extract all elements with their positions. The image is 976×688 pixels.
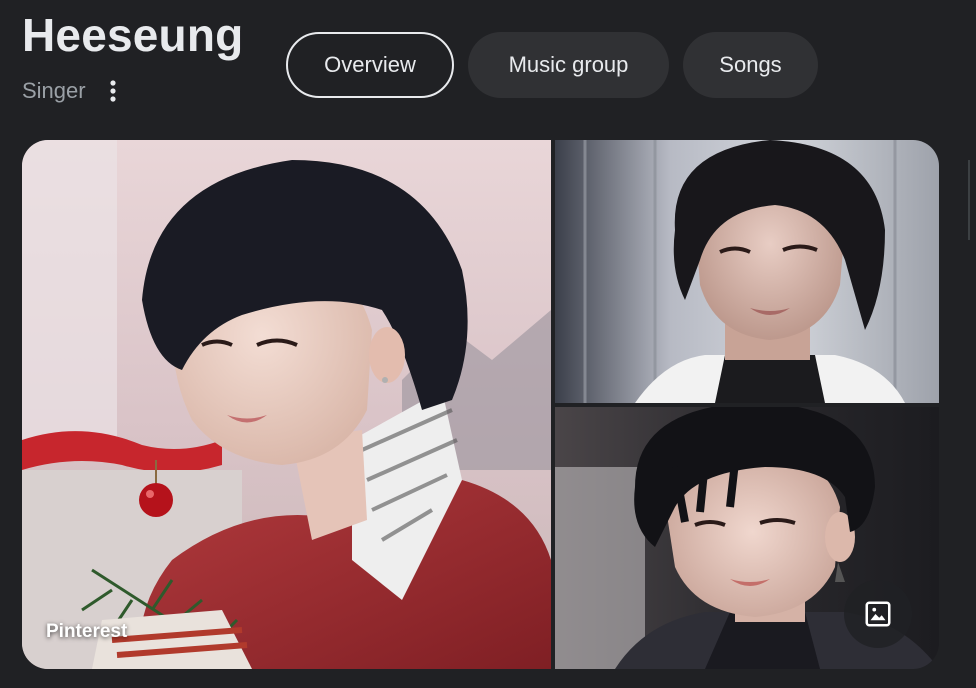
photo-top-right[interactable] [555,140,939,403]
tab-music-group[interactable]: Music group [468,32,669,98]
more-vert-icon [109,80,116,102]
more-options-button[interactable] [100,76,126,106]
scroll-edge-indicator [968,160,976,240]
view-images-button[interactable] [844,580,912,648]
entity-subtitle: Singer [22,78,86,103]
entity-subtitle-row: Singer [22,74,126,108]
tab-overview[interactable]: Overview [286,32,454,98]
image-source-label: Pinterest [46,621,128,642]
image-gallery: Pinterest [22,140,939,669]
tab-songs[interactable]: Songs [683,32,818,98]
image-icon [865,601,891,627]
entity-title: Heeseung [22,9,244,61]
main-photo[interactable]: Pinterest [22,140,551,669]
